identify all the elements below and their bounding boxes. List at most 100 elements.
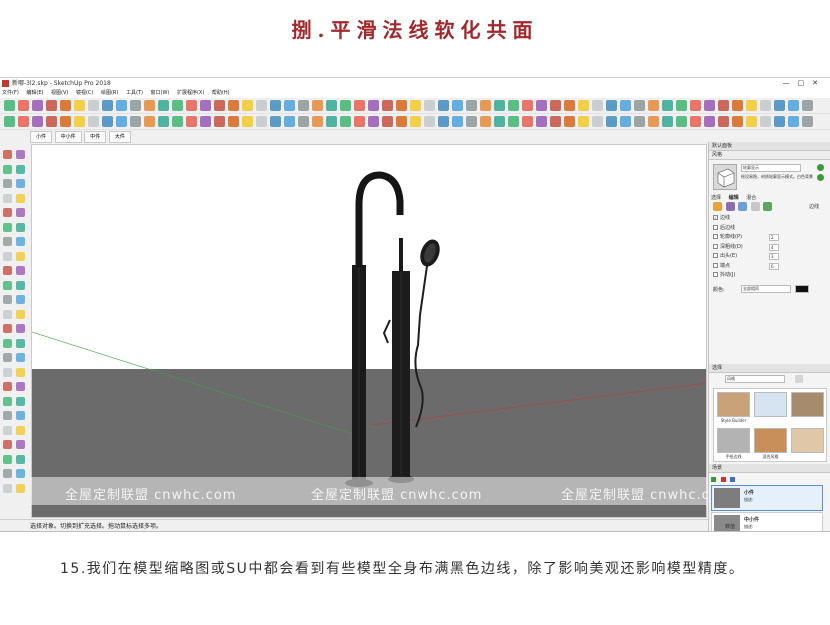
remove-scene-icon[interactable] — [720, 477, 726, 482]
left-tool-icon[interactable] — [3, 193, 12, 203]
toolbar-tool-icon[interactable] — [662, 100, 673, 111]
toolbar-tool-icon[interactable] — [480, 116, 491, 127]
toolbar-tool-icon[interactable] — [746, 116, 757, 127]
menu-edit[interactable]: 编辑(E) — [26, 90, 43, 96]
scene-tab-medium-small[interactable]: 中小件 — [54, 131, 82, 143]
toolbar-tool-icon[interactable] — [550, 116, 561, 127]
tab-mix[interactable]: 混合 — [746, 195, 756, 201]
style-collection-select[interactable]: 风格 — [725, 375, 785, 383]
edge-option-value[interactable]: 3 — [769, 253, 779, 260]
toolbar-tool-icon[interactable] — [802, 100, 813, 111]
toolbar-tool-icon[interactable] — [676, 100, 687, 111]
left-tool-icon[interactable] — [3, 222, 12, 232]
toolbar-tool-icon[interactable] — [242, 100, 253, 111]
left-tool-icon[interactable] — [16, 367, 25, 377]
toolbar-tool-icon[interactable] — [466, 116, 477, 127]
toolbar-tool-icon[interactable] — [172, 116, 183, 127]
edge-option[interactable]: 抖动(J) — [713, 271, 793, 281]
scenes-header[interactable]: 场景 — [709, 464, 830, 473]
style-name-field[interactable]: 轮廓显示 — [741, 164, 801, 172]
left-tool-icon[interactable] — [16, 454, 25, 464]
scene-tab-medium[interactable]: 中件 — [84, 131, 107, 143]
toolbar-tool-icon[interactable] — [74, 100, 85, 111]
left-tool-icon[interactable] — [16, 324, 25, 333]
toolbar-tool-icon[interactable] — [102, 100, 113, 111]
toolbar-tool-icon[interactable] — [592, 100, 603, 111]
left-tool-icon[interactable] — [16, 382, 25, 391]
toolbar-tool-icon[interactable] — [648, 100, 659, 111]
edge-option[interactable]: 出头(E) 3 — [713, 252, 793, 262]
toolbar-tool-icon[interactable] — [564, 116, 575, 127]
menu-extensions[interactable]: 扩展程序(X) — [177, 90, 204, 96]
toolbar-tool-icon[interactable] — [732, 116, 743, 127]
toolbar-tool-icon[interactable] — [746, 100, 757, 111]
toolbar-tool-icon[interactable] — [480, 100, 491, 111]
toolbar-tool-icon[interactable] — [564, 100, 575, 111]
left-tool-icon[interactable] — [16, 179, 25, 188]
edge-option-checkbox[interactable] — [713, 272, 718, 277]
edge-option[interactable]: 轮廓线(P) 2 — [713, 233, 793, 243]
edge-option-checkbox[interactable] — [713, 243, 718, 249]
toolbar-tool-icon[interactable] — [536, 100, 547, 111]
left-tool-icon[interactable] — [16, 353, 25, 362]
toolbar-tool-icon[interactable] — [494, 100, 505, 111]
scene-tab-small[interactable]: 小件 — [30, 131, 53, 143]
edge-option-value[interactable]: 2 — [769, 234, 779, 241]
toolbar-tool-icon[interactable] — [228, 100, 239, 111]
toolbar-tool-icon[interactable] — [718, 116, 729, 127]
window-controls[interactable]: —□✕ — [783, 78, 826, 89]
toolbar-tool-icon[interactable] — [550, 100, 561, 111]
toolbar-tool-icon[interactable] — [326, 100, 337, 111]
toolbar-tool-icon[interactable] — [620, 116, 631, 127]
toolbar-tool-icon[interactable] — [60, 100, 71, 111]
menu-file[interactable]: 文件(F) — [2, 90, 19, 96]
toolbar-tool-icon[interactable] — [130, 100, 141, 111]
left-tool-icon[interactable] — [16, 280, 25, 290]
toolbar-tool-icon[interactable] — [634, 100, 645, 111]
toolbar-tool-icon[interactable] — [774, 116, 785, 127]
toolbar-tool-icon[interactable] — [662, 116, 673, 127]
edge-option-checkbox[interactable] — [713, 224, 718, 230]
toolbar-tool-icon[interactable] — [214, 100, 225, 111]
style-thumb[interactable]: 手绘边线 — [717, 428, 750, 461]
toolbar-tool-icon[interactable] — [32, 116, 43, 127]
toolbar-tool-icon[interactable] — [256, 116, 267, 127]
menu-window[interactable]: 窗口(W) — [151, 90, 170, 96]
edge-settings-icon[interactable] — [713, 202, 722, 211]
left-tool-icon[interactable] — [16, 425, 25, 435]
left-tool-icon[interactable] — [3, 208, 12, 217]
add-scene-icon[interactable] — [711, 477, 716, 482]
toolbar-tool-icon[interactable] — [368, 100, 379, 111]
toolbar-tool-icon[interactable] — [452, 100, 463, 111]
left-tool-icon[interactable] — [16, 396, 25, 406]
toolbar-tool-icon[interactable] — [760, 100, 771, 111]
toolbar-tool-icon[interactable] — [592, 116, 603, 127]
style-thumb[interactable] — [791, 392, 824, 425]
toolbar-tool-icon[interactable] — [424, 116, 435, 127]
toolbar-tool-icon[interactable] — [452, 116, 463, 127]
toolbar-tool-icon[interactable] — [508, 100, 519, 111]
edge-color-select[interactable]: 全部相同 — [741, 285, 791, 293]
update-style-icon[interactable] — [817, 164, 827, 190]
toolbar-tool-icon[interactable] — [144, 116, 155, 127]
toolbar-tool-icon[interactable] — [32, 100, 43, 111]
toolbar-tool-icon[interactable] — [354, 116, 365, 127]
toolbar-tool-icon[interactable] — [4, 100, 15, 111]
modeling-settings-icon[interactable] — [763, 202, 773, 211]
toolbar-tool-icon[interactable] — [242, 116, 253, 127]
toolbar-tool-icon[interactable] — [634, 116, 645, 127]
left-tool-icon[interactable] — [16, 251, 25, 261]
toolbar-tool-icon[interactable] — [74, 116, 85, 127]
toolbar-tool-icon[interactable] — [718, 100, 729, 111]
toolbar-tool-icon[interactable] — [46, 100, 57, 111]
left-tool-icon[interactable] — [16, 266, 25, 275]
menu-help[interactable]: 帮助(H) — [212, 90, 230, 96]
home-icon[interactable] — [795, 375, 803, 383]
left-tool-icon[interactable] — [3, 237, 12, 246]
left-tool-icon[interactable] — [3, 164, 12, 174]
toolbar-tool-icon[interactable] — [732, 100, 743, 111]
edge-option-checkbox[interactable] — [713, 253, 718, 258]
left-tool-icon[interactable] — [3, 396, 12, 406]
toolbar-tool-icon[interactable] — [788, 100, 799, 111]
toolbar-tool-icon[interactable] — [690, 116, 701, 127]
